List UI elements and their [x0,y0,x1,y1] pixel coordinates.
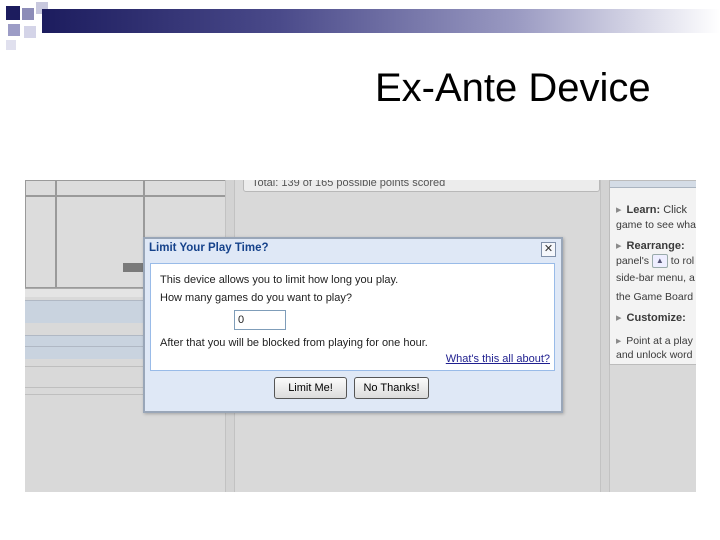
arrow-right-icon: ▸ [616,312,622,324]
help-point-text: and unlock word [616,349,693,361]
board-cell[interactable] [56,180,144,196]
limit-me-button[interactable]: Limit Me! [274,377,347,399]
game-screenshot: Total: 139 of 165 possible points scored… [25,180,696,492]
close-icon[interactable]: ✕ [541,242,556,257]
help-rearrange-text: side-bar menu, a [616,272,695,284]
board-cell[interactable] [25,196,56,288]
help-rearrange-text: the Game Board p [616,291,696,303]
tile-icon [123,263,143,272]
no-thanks-button[interactable]: No Thanks! [354,377,429,399]
score-text: Total: 139 of 165 possible points scored [252,180,446,189]
games-question-label: How many games do you want to play? [160,292,352,304]
dialog-title: Limit Your Play Time? [149,242,269,254]
help-point-text: ▸ Point at a play [616,335,693,347]
games-count-input[interactable] [234,310,286,330]
dialog-body: This device allows you to limit how long… [150,263,555,371]
help-learn-text: game to see wha [616,219,696,231]
dialog-description: This device allows you to limit how long… [160,274,399,286]
whats-this-link[interactable]: What's this all about? [446,353,550,365]
collapse-up-icon: ▲ [651,254,668,268]
limit-play-time-dialog: Limit Your Play Time? ✕ This device allo… [143,237,563,413]
help-sidebar-header [610,181,696,188]
arrow-right-icon: ▸ [616,204,622,216]
score-panel: Total: 139 of 165 possible points scored [243,180,600,192]
help-rearrange-heading: ▸ Rearrange: [616,240,685,252]
board-cell[interactable] [144,180,230,196]
arrow-right-icon: ▸ [616,335,622,347]
board-cell[interactable] [56,196,144,288]
slide-title: Ex-Ante Device [375,66,651,110]
slide-header-bar [42,9,720,33]
board-cell[interactable] [25,180,56,196]
help-rearrange-text: panel's ▲ to rol [616,254,695,268]
help-learn-heading: ▸ Learn: Click [616,204,688,216]
block-warning-text: After that you will be blocked from play… [160,337,428,349]
arrow-right-icon: ▸ [616,240,622,252]
help-customize-heading: ▸ Customize: [616,312,686,324]
help-sidebar: ▸ Learn: Click game to see wha ▸ Rearrange… [609,180,696,365]
